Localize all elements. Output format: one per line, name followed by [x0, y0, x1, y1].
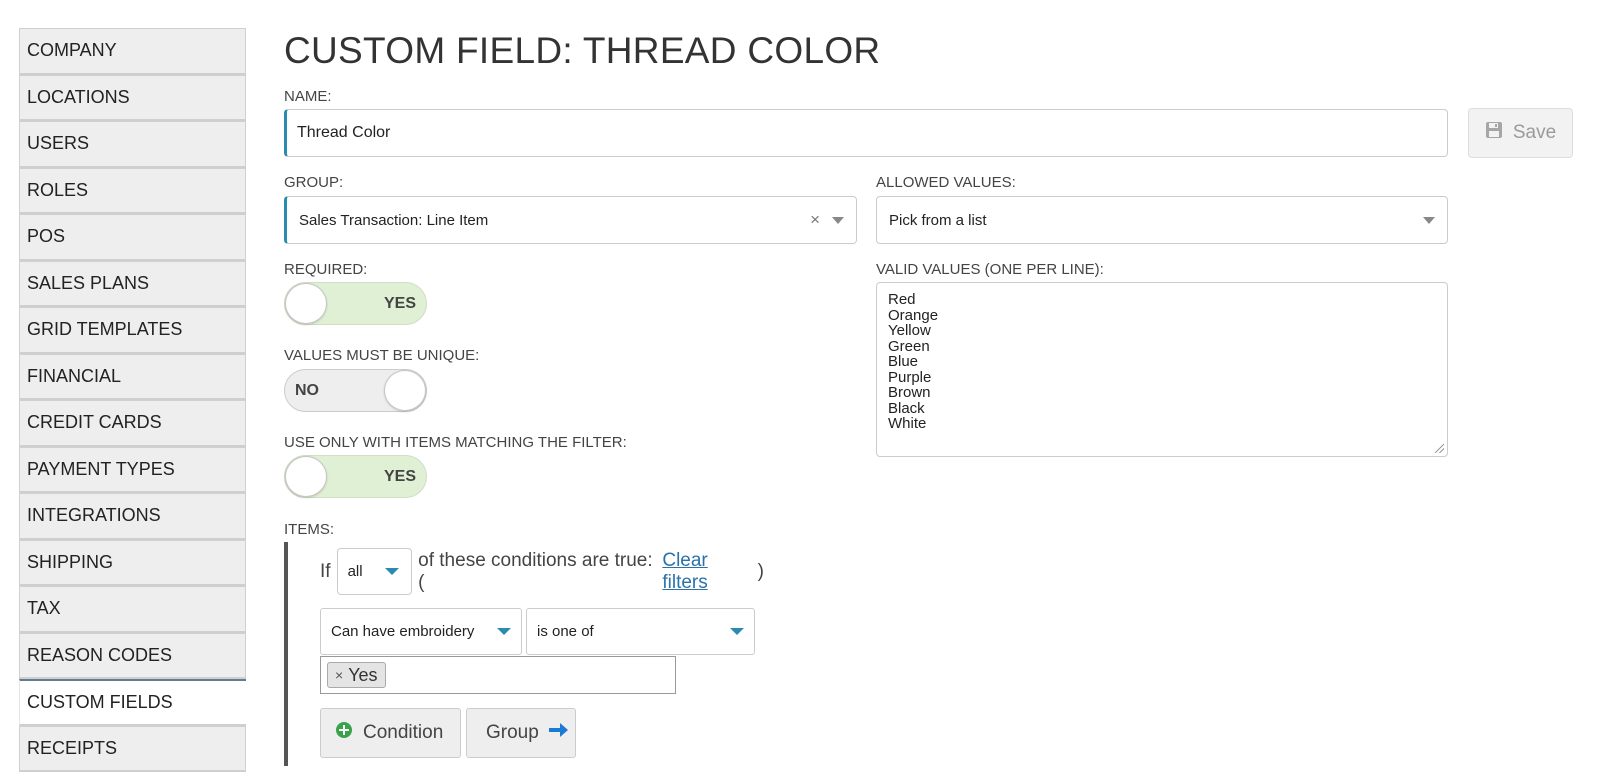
floppy-disk-icon: [1485, 121, 1503, 145]
name-label: NAME:: [284, 88, 332, 105]
allowed-values-label: ALLOWED VALUES:: [876, 174, 1016, 191]
sidebar-item-locations[interactable]: LOCATIONS: [19, 74, 246, 121]
close-paren: ): [757, 560, 764, 582]
sidebar-item-users[interactable]: USERS: [19, 121, 246, 168]
sidebar-item-receipts[interactable]: RECEIPTS: [19, 725, 246, 772]
sidebar-item-label: PAYMENT TYPES: [27, 458, 175, 479]
valid-value-line: Blue: [888, 353, 919, 370]
group-label: GROUP:: [284, 174, 344, 191]
plus-circle-icon: [335, 721, 353, 745]
save-label: Save: [1512, 122, 1557, 143]
group-select-value: Sales Transaction: Line Item: [299, 211, 489, 229]
allowed-values-select[interactable]: Pick from a list: [876, 196, 1448, 244]
if-text: If: [320, 560, 331, 582]
valid-value-line: Black: [888, 399, 925, 417]
add-group-button[interactable]: Group: [466, 708, 576, 758]
condition-sentence: If all of these conditions are true: (Cl…: [320, 548, 764, 595]
value-tag: × Yes: [327, 662, 386, 688]
valid-values-textarea[interactable]: Red Orange Yellow Green Blue Purple Brow…: [876, 282, 1448, 457]
toggle-state: NO: [295, 382, 319, 399]
toggle-state: YES: [383, 295, 416, 312]
items-label: ITEMS:: [284, 521, 335, 538]
match-mode-value: all: [347, 563, 363, 580]
valid-value-line: Brown: [888, 384, 931, 401]
toggle-knob: [384, 370, 426, 411]
toggle-knob: [285, 456, 327, 497]
settings-sidebar: COMPANY LOCATIONS USERS ROLES POS SALES …: [19, 28, 246, 772]
sidebar-item-label: GRID TEMPLATES: [27, 319, 183, 340]
sidebar-item-label: ROLES: [27, 179, 89, 200]
arrow-right-icon: [548, 722, 569, 744]
name-input[interactable]: [284, 109, 1448, 157]
valid-value-line: Orange: [888, 306, 939, 324]
sidebar-item-label: INTEGRATIONS: [27, 505, 161, 526]
valid-value-line: Green: [888, 337, 930, 355]
sidebar-item-reason-codes[interactable]: REASON CODES: [19, 632, 246, 679]
chevron-down-icon: [385, 568, 400, 575]
allowed-values-select-value: Pick from a list: [889, 211, 987, 229]
condition-operator-value: is one of: [537, 623, 594, 640]
chevron-down-icon: [730, 628, 744, 635]
filter-toggle[interactable]: YES: [284, 455, 427, 498]
sidebar-item-label: SALES PLANS: [27, 272, 150, 293]
filter-builder: If all of these conditions are true: (Cl…: [284, 542, 764, 766]
add-group-label: Group: [486, 722, 539, 743]
valid-value-line: Red: [888, 291, 916, 308]
remove-tag-icon[interactable]: ×: [335, 667, 343, 683]
condition-field-value: Can have embroidery: [331, 623, 475, 640]
clear-filters-link[interactable]: Clear filters: [662, 550, 757, 594]
valid-value-line: Yellow: [888, 322, 931, 339]
match-mode-select[interactable]: all: [336, 548, 413, 595]
sidebar-item-financial[interactable]: FINANCIAL: [19, 353, 246, 400]
sidebar-item-label: COMPANY: [27, 40, 117, 61]
required-label: REQUIRED:: [284, 261, 368, 278]
sidebar-item-company[interactable]: COMPANY: [19, 28, 246, 75]
toggle-knob: [285, 283, 327, 324]
valid-value-line: White: [888, 415, 927, 432]
sidebar-item-sales-plans[interactable]: SALES PLANS: [19, 260, 246, 307]
save-button[interactable]: Save: [1468, 108, 1573, 158]
sidebar-item-roles[interactable]: ROLES: [19, 167, 246, 214]
sidebar-item-label: POS: [27, 226, 66, 247]
value-tag-label: Yes: [348, 664, 378, 685]
condition-field-select[interactable]: Can have embroidery: [320, 608, 522, 655]
unique-label: VALUES MUST BE UNIQUE:: [284, 347, 480, 364]
sidebar-item-credit-cards[interactable]: CREDIT CARDS: [19, 400, 246, 447]
sidebar-item-label: USERS: [27, 133, 90, 154]
sidebar-item-label: SHIPPING: [27, 551, 114, 572]
sidebar-item-custom-fields[interactable]: CUSTOM FIELDS: [19, 679, 246, 726]
sidebar-item-label: TAX: [27, 598, 61, 619]
sidebar-item-payment-types[interactable]: PAYMENT TYPES: [19, 446, 246, 493]
chevron-down-icon: [832, 217, 844, 224]
add-condition-button[interactable]: Condition: [320, 708, 461, 758]
condition-values-input[interactable]: × Yes: [320, 656, 676, 694]
chevron-down-icon: [497, 628, 511, 635]
sidebar-item-label: FINANCIAL: [27, 365, 122, 386]
sidebar-item-pos[interactable]: POS: [19, 214, 246, 261]
toggle-state: YES: [383, 468, 416, 485]
sidebar-item-label: LOCATIONS: [27, 86, 130, 107]
required-toggle[interactable]: YES: [284, 282, 427, 325]
sidebar-item-label: CUSTOM FIELDS: [27, 691, 173, 712]
page-title: CUSTOM FIELD: THREAD COLOR: [284, 30, 881, 71]
resize-handle[interactable]: [1435, 444, 1444, 453]
add-condition-label: Condition: [363, 722, 444, 743]
conditions-text: of these conditions are true: (: [418, 549, 653, 593]
clear-icon[interactable]: ×: [810, 210, 820, 230]
filter-label: USE ONLY WITH ITEMS MATCHING THE FILTER:: [284, 434, 627, 451]
valid-values-label: VALID VALUES (ONE PER LINE):: [876, 261, 1104, 278]
unique-toggle[interactable]: NO: [284, 369, 427, 412]
condition-operator-select[interactable]: is one of: [526, 608, 755, 655]
sidebar-item-integrations[interactable]: INTEGRATIONS: [19, 493, 246, 540]
sidebar-item-label: REASON CODES: [27, 644, 173, 665]
sidebar-item-label: RECEIPTS: [27, 737, 118, 758]
group-select[interactable]: Sales Transaction: Line Item ×: [284, 196, 857, 244]
sidebar-item-tax[interactable]: TAX: [19, 586, 246, 633]
sidebar-item-shipping[interactable]: SHIPPING: [19, 539, 246, 586]
sidebar-item-grid-templates[interactable]: GRID TEMPLATES: [19, 307, 246, 354]
sidebar-item-label: CREDIT CARDS: [27, 412, 162, 433]
chevron-down-icon: [1423, 217, 1435, 224]
valid-value-line: Purple: [888, 368, 932, 386]
